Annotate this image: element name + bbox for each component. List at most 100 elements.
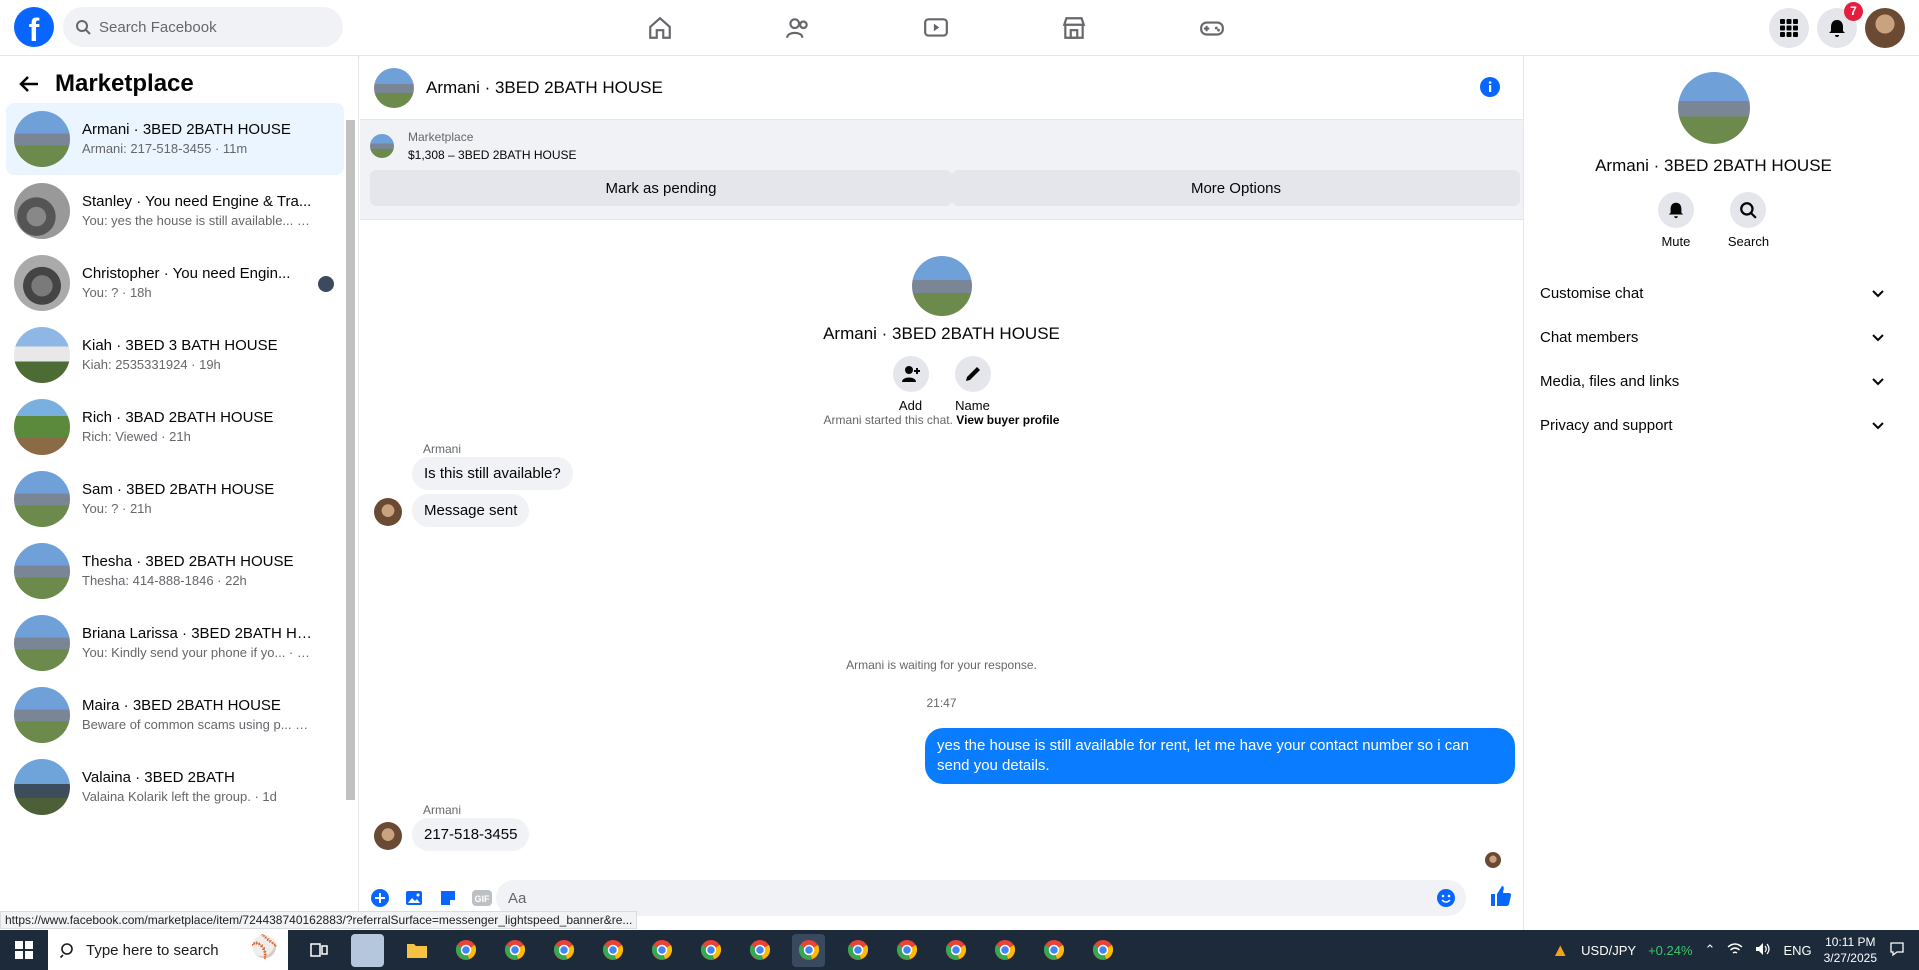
incoming-message[interactable]: Message sent bbox=[412, 494, 530, 527]
file-explorer-icon[interactable] bbox=[400, 934, 433, 967]
mute-button[interactable]: Mute bbox=[1657, 192, 1694, 249]
app-icon[interactable] bbox=[351, 933, 384, 967]
privacy-support-section[interactable]: Privacy and support bbox=[1524, 403, 1903, 447]
photo-icon[interactable] bbox=[402, 886, 426, 910]
chrome-icon[interactable] bbox=[694, 934, 727, 967]
home-icon[interactable] bbox=[630, 8, 690, 48]
clock[interactable]: 10:11 PM 3/27/2025 bbox=[1824, 934, 1877, 966]
conversation-item[interactable]: Thesha · 3BED 2BATH HOUSE Thesha: 414-888… bbox=[6, 535, 344, 607]
listing-thumbnail[interactable] bbox=[370, 134, 394, 158]
chrome-icon[interactable] bbox=[988, 934, 1021, 967]
conversation-item[interactable]: Sam · 3BED 2BATH HOUSE You: ? · 21h bbox=[6, 463, 344, 535]
task-view-icon[interactable] bbox=[302, 934, 335, 967]
chrome-icon[interactable] bbox=[841, 934, 874, 967]
listing-thumbnail bbox=[14, 327, 70, 383]
video-icon[interactable] bbox=[906, 8, 966, 48]
view-buyer-profile-link[interactable]: View buyer profile bbox=[956, 413, 1059, 427]
conversation-name: Armani · 3BED 2BATH HOUSE bbox=[82, 121, 291, 138]
account-avatar[interactable] bbox=[1865, 8, 1905, 48]
notification-center-icon[interactable] bbox=[1889, 941, 1905, 960]
conversation-item[interactable]: Christopher · You need Engin... You: ? · … bbox=[6, 247, 344, 319]
listing-thumbnail bbox=[14, 615, 70, 671]
chat-panel: Armani · 3BED 2BATH HOUSE Marketplace $1… bbox=[360, 56, 1523, 930]
sender-avatar[interactable] bbox=[374, 822, 402, 850]
wifi-icon[interactable] bbox=[1727, 942, 1743, 959]
volume-icon[interactable] bbox=[1755, 942, 1771, 959]
conversation-name: Kiah · 3BED 3 BATH HOUSE bbox=[82, 337, 278, 354]
chat-title[interactable]: Armani · 3BED 2BATH HOUSE bbox=[426, 78, 663, 98]
message-input[interactable]: Aa bbox=[496, 880, 1466, 916]
chat-avatar[interactable] bbox=[374, 67, 414, 108]
emoji-icon[interactable] bbox=[1436, 888, 1456, 912]
grid-icon bbox=[1780, 19, 1798, 37]
listing-thumbnail bbox=[14, 255, 70, 311]
conversation-item[interactable]: Rich · 3BAD 2BATH HOUSE Rich: Viewed · 21… bbox=[6, 391, 344, 463]
language-indicator[interactable]: ENG bbox=[1783, 943, 1811, 958]
chrome-icon[interactable] bbox=[939, 934, 972, 967]
search-facebook-input[interactable]: Search Facebook bbox=[63, 7, 343, 47]
conversation-name: Valaina · 3BED 2BATH bbox=[82, 769, 235, 786]
chrome-icon[interactable] bbox=[498, 934, 531, 967]
conversation-name: Rich · 3BAD 2BATH HOUSE bbox=[82, 409, 274, 426]
name-button[interactable]: Name bbox=[954, 356, 991, 413]
page-scrollbar[interactable] bbox=[1903, 56, 1919, 930]
conversation-item[interactable]: Stanley · You need Engine & Tra... You: y… bbox=[6, 175, 344, 247]
friends-icon[interactable] bbox=[768, 8, 828, 48]
chrome-icon[interactable] bbox=[743, 934, 776, 967]
info-icon[interactable] bbox=[1479, 76, 1501, 103]
seen-avatar bbox=[1485, 852, 1501, 868]
list-scrollbar[interactable] bbox=[344, 106, 356, 826]
conversation-item[interactable]: Valaina · 3BED 2BATH Valaina Kolarik left… bbox=[6, 751, 344, 823]
status-bar-url: https://www.facebook.com/marketplace/ite… bbox=[0, 911, 638, 929]
chrome-icon[interactable] bbox=[1086, 934, 1119, 967]
back-arrow-icon[interactable] bbox=[18, 73, 40, 100]
chat-members-section[interactable]: Chat members bbox=[1524, 315, 1903, 359]
chrome-icon[interactable] bbox=[547, 934, 580, 967]
facebook-logo[interactable]: f bbox=[14, 7, 54, 47]
chrome-icon[interactable] bbox=[596, 934, 629, 967]
gif-icon[interactable]: GIF bbox=[470, 886, 494, 910]
sender-avatar[interactable] bbox=[374, 498, 402, 526]
chrome-icon[interactable] bbox=[1037, 934, 1070, 967]
listing-thumbnail bbox=[14, 471, 70, 527]
page-title: Marketplace bbox=[55, 70, 194, 97]
windows-taskbar: Type here to search ⚾ ▲ USD/JPY +0.24% ⌃… bbox=[0, 930, 1919, 970]
conversation-item[interactable]: Kiah · 3BED 3 BATH HOUSE Kiah: 2535331924… bbox=[6, 319, 344, 391]
windows-start-icon[interactable] bbox=[0, 930, 48, 970]
plus-icon[interactable] bbox=[368, 886, 392, 910]
sticker-icon[interactable] bbox=[436, 886, 460, 910]
more-options-button[interactable]: More Options bbox=[952, 170, 1520, 206]
ticker-symbol[interactable]: USD/JPY bbox=[1581, 943, 1636, 958]
scrollbar-thumb[interactable] bbox=[346, 120, 355, 800]
listing-price-title[interactable]: $1,308 – 3BED 2BATH HOUSE bbox=[408, 148, 577, 162]
sender-name: Armani bbox=[423, 803, 462, 817]
conversation-item[interactable]: Maira · 3BED 2BATH HOUSE Beware of common… bbox=[6, 679, 344, 751]
chrome-icon[interactable] bbox=[792, 933, 825, 967]
outgoing-message[interactable]: yes the house is still available for ren… bbox=[925, 728, 1515, 784]
customise-chat-section[interactable]: Customise chat bbox=[1524, 271, 1903, 315]
menu-grid-button[interactable] bbox=[1769, 8, 1809, 48]
search-label: Search bbox=[1727, 234, 1770, 249]
chrome-icon[interactable] bbox=[645, 934, 678, 967]
conversation-item[interactable]: Armani · 3BED 2BATH HOUSE Armani: 217-518… bbox=[6, 103, 344, 175]
add-button[interactable]: Add bbox=[892, 356, 929, 413]
chat-info-avatar[interactable] bbox=[1677, 72, 1750, 144]
search-in-chat-button[interactable]: Search bbox=[1728, 192, 1769, 249]
chrome-icon[interactable] bbox=[890, 934, 923, 967]
thumbs-up-icon[interactable] bbox=[1489, 884, 1513, 913]
section-label: Customise chat bbox=[1540, 284, 1644, 302]
chevron-up-icon[interactable]: ⌃ bbox=[1705, 942, 1716, 958]
marketplace-icon[interactable] bbox=[1044, 8, 1104, 48]
taskbar-search[interactable]: Type here to search ⚾ bbox=[48, 930, 288, 970]
chat-info-name: Armani · 3BED 2BATH HOUSE bbox=[1595, 156, 1832, 175]
conversation-preview: Thesha: 414-888-1846 · 22h bbox=[82, 573, 247, 588]
chrome-icon[interactable] bbox=[449, 934, 482, 967]
notifications-button[interactable]: 7 bbox=[1817, 2, 1863, 48]
incoming-message[interactable]: 217-518-3455 bbox=[412, 818, 530, 851]
baseball-icon: ⚾ bbox=[250, 934, 278, 959]
media-files-links-section[interactable]: Media, files and links bbox=[1524, 359, 1903, 403]
gaming-icon[interactable] bbox=[1182, 8, 1242, 48]
conversation-item[interactable]: Briana Larissa · 3BED 2BATH HO... You: Ki… bbox=[6, 607, 344, 679]
mark-as-pending-button[interactable]: Mark as pending bbox=[370, 170, 952, 206]
incoming-message[interactable]: Is this still available? bbox=[412, 457, 573, 490]
